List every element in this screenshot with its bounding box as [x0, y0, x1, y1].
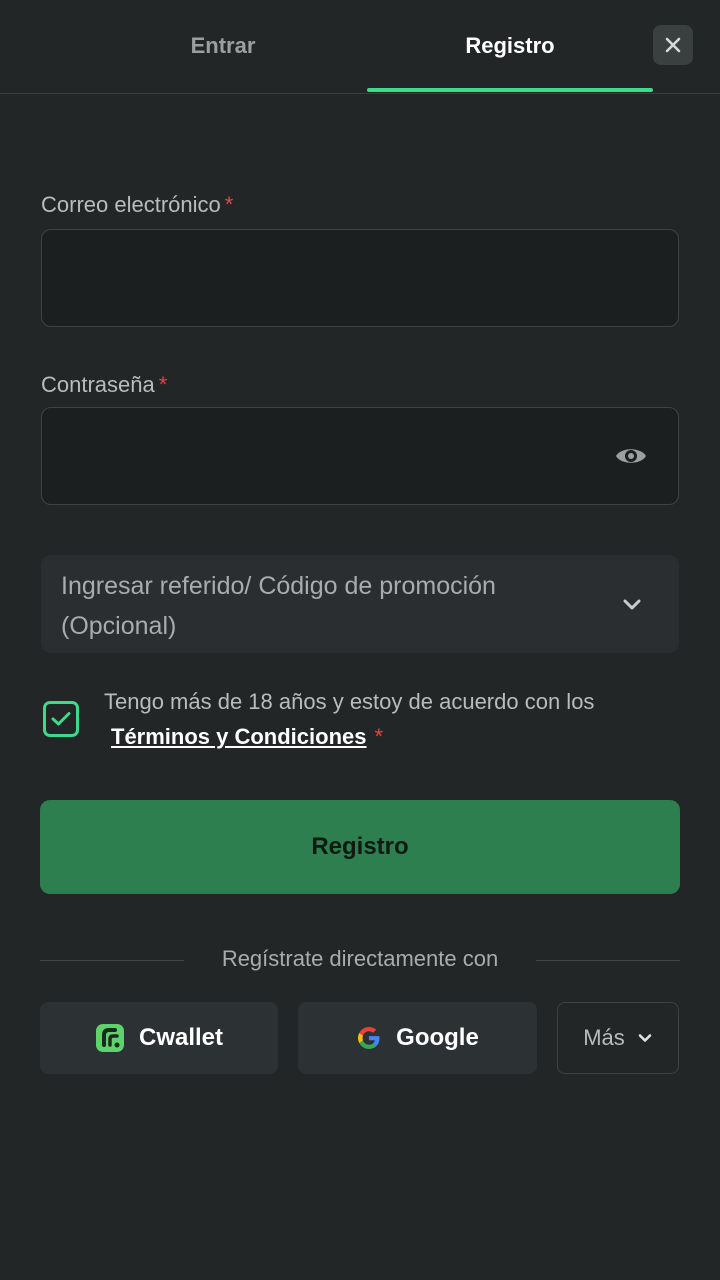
social-divider: Regístrate directamente con [40, 940, 680, 980]
cwallet-icon [95, 1023, 125, 1053]
google-button[interactable]: Google [298, 1002, 537, 1074]
email-label: Correo electrónico * [41, 192, 234, 217]
tab-register[interactable]: Registro [367, 0, 653, 92]
tab-login[interactable]: Entrar [80, 0, 366, 92]
active-tab-indicator [367, 88, 653, 92]
google-label: Google [396, 1024, 479, 1051]
google-icon [356, 1025, 382, 1051]
checkmark-icon [51, 712, 71, 726]
more-options-button[interactable]: Más [557, 1002, 679, 1074]
password-field[interactable] [42, 408, 678, 504]
terms-text: Tengo más de 18 años y estoy de acuerdo … [104, 684, 684, 754]
required-mark: * [158, 372, 168, 397]
eye-icon [616, 449, 646, 463]
social-divider-text: Regístrate directamente con [221, 946, 499, 971]
cwallet-button[interactable]: Cwallet [40, 1002, 278, 1074]
promo-code-label: Ingresar referido/ Código de promoción (… [61, 572, 496, 640]
email-field-wrapper [41, 229, 679, 327]
required-mark: * [374, 724, 384, 749]
terms-statement: Tengo más de 18 años y estoy de acuerdo … [104, 689, 595, 714]
password-field-wrapper [41, 407, 679, 505]
chevron-down-icon [638, 1034, 652, 1042]
close-button[interactable] [653, 25, 693, 65]
terms-link[interactable]: Términos y Condiciones [111, 724, 367, 749]
email-field[interactable] [42, 230, 678, 326]
auth-tabs: Entrar Registro [0, 0, 720, 94]
terms-checkbox[interactable] [43, 701, 79, 737]
more-label: Más [583, 1025, 625, 1050]
cwallet-label: Cwallet [138, 1024, 224, 1051]
chevron-down-icon [623, 599, 641, 610]
divider-line-right [536, 960, 680, 961]
register-button[interactable]: Registro [40, 800, 680, 894]
toggle-password-visibility[interactable] [614, 443, 648, 469]
close-icon [665, 37, 681, 53]
required-mark: * [224, 192, 234, 217]
password-label: Contraseña * [41, 372, 168, 397]
promo-code-dropdown[interactable]: Ingresar referido/ Código de promoción (… [41, 555, 679, 653]
